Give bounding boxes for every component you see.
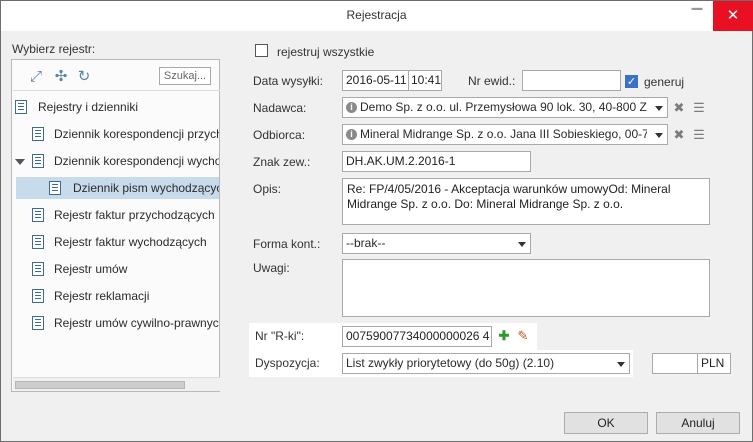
generate-checkbox[interactable]: ✓ — [625, 75, 638, 88]
ext-sign-field[interactable]: DH.AK.UM.2.2016-1 — [342, 151, 531, 172]
register-tree-panel: ⤢ ✣ ↻ Szukaj... Rejestry i dzienniki Dzi… — [11, 59, 220, 392]
cancel-button[interactable]: Anuluj — [656, 412, 740, 434]
info-icon: i — [346, 102, 357, 113]
send-time-field[interactable]: 10:41 — [408, 70, 442, 91]
currency-field: PLN — [697, 353, 731, 374]
refresh-icon[interactable]: ↻ — [75, 68, 93, 86]
collapse-all-icon[interactable]: ✣ — [52, 68, 70, 86]
info-icon: i — [346, 129, 357, 140]
recipient-label: Odbiorca: — [253, 128, 306, 142]
minimize-button[interactable]: ▔ — [682, 1, 712, 31]
title-bar: Rejestracja ▔ ✕ — [1, 1, 753, 31]
clear-sender-icon[interactable]: ✖ — [670, 97, 688, 118]
tree-toolbar: ⤢ ✣ ↻ Szukaj... — [13, 61, 220, 91]
chevron-down-icon — [617, 362, 625, 367]
send-date-label: Data wysyłki: — [253, 74, 324, 88]
ext-sign-label: Znak zew.: — [253, 155, 311, 169]
contact-form-select[interactable]: --brak-- — [342, 233, 531, 254]
contact-form-label: Forma kont.: — [253, 237, 321, 251]
registration-dialog: Rejestracja ▔ ✕ Wybierz rejestr: ⤢ ✣ ↻ S… — [0, 0, 753, 442]
tree-item[interactable]: Rejestr umów cywilno-prawnych — [12, 312, 219, 334]
notes-label: Uwagi: — [253, 261, 290, 275]
register-icon — [32, 208, 44, 222]
recipient-menu-icon[interactable]: ☰ — [690, 124, 708, 145]
register-icon — [32, 316, 44, 330]
register-icon — [49, 181, 61, 195]
amount-field[interactable] — [652, 353, 698, 374]
expand-all-icon[interactable]: ⤢ — [27, 68, 45, 86]
register-icon — [32, 127, 44, 141]
close-button[interactable]: ✕ — [713, 1, 753, 31]
chevron-down-icon — [655, 133, 663, 138]
chevron-down-icon — [655, 106, 663, 111]
send-date-field[interactable]: 2016-05-11 — [342, 70, 409, 91]
rki-field[interactable]: 00759007734000000026 4 — [342, 326, 492, 347]
register-picker-label: Wybierz rejestr: — [12, 42, 96, 56]
tree-item-selected[interactable]: Dziennik pism wychodzących — [16, 177, 219, 199]
recipient-select[interactable]: i Mineral Midrange Sp. z o.o. Jana III S… — [342, 124, 668, 145]
disposition-label: Dyspozycja: — [255, 356, 320, 370]
sender-label: Nadawca: — [253, 101, 307, 115]
clear-recipient-icon[interactable]: ✖ — [670, 124, 688, 145]
add-rki-icon[interactable]: ✚ — [495, 327, 513, 345]
tree-item[interactable]: Rejestr reklamacji — [12, 285, 219, 307]
tree-item[interactable]: Rejestr faktur wychodzących — [12, 231, 219, 253]
nr-ewid-field[interactable] — [522, 70, 621, 91]
tree-item-registers-root[interactable]: Rejestry i dzienniki — [12, 96, 219, 118]
register-icon — [32, 154, 44, 168]
tree-search-button[interactable]: Szukaj... — [159, 67, 211, 85]
chevron-down-icon — [518, 242, 526, 247]
tree-item[interactable]: Dziennik korespondencji wychodzącej — [12, 150, 219, 172]
rki-label: Nr "R-ki": — [255, 329, 305, 343]
description-label: Opis: — [253, 182, 282, 196]
edit-rki-icon[interactable]: ✎ — [514, 327, 532, 345]
scrollbar-thumb[interactable] — [15, 381, 185, 389]
tree-item[interactable]: Rejestr faktur przychodzących — [12, 204, 219, 226]
tree-item[interactable]: Rejestr umów — [12, 258, 219, 280]
register-icon — [32, 289, 44, 303]
register-all-checkbox[interactable] — [255, 44, 268, 57]
register-icon — [32, 262, 44, 276]
register-icon — [32, 235, 44, 249]
register-all-label: rejestruj wszystkie — [277, 45, 375, 59]
tree-item[interactable]: Dziennik korespondencji przychodzącej — [12, 123, 219, 145]
dialog-title: Rejestracja — [346, 8, 407, 22]
sender-select[interactable]: i Demo Sp. z o.o. ul. Przemysłowa 90 lok… — [342, 97, 668, 118]
expand-arrow-icon[interactable] — [15, 159, 25, 165]
description-field[interactable]: Re: FP/4/05/2016 - Akceptacja warunków u… — [342, 178, 710, 225]
disposition-select[interactable]: List zwykły priorytetowy (do 50g) (2.10) — [342, 353, 630, 374]
tree-horizontal-scrollbar[interactable] — [13, 377, 220, 391]
notes-field[interactable] — [342, 259, 710, 317]
generate-label: generuj — [644, 75, 685, 89]
nr-ewid-label: Nr ewid.: — [468, 74, 516, 88]
register-icon — [15, 100, 27, 114]
ok-button[interactable]: OK — [564, 412, 648, 434]
sender-menu-icon[interactable]: ☰ — [690, 97, 708, 118]
